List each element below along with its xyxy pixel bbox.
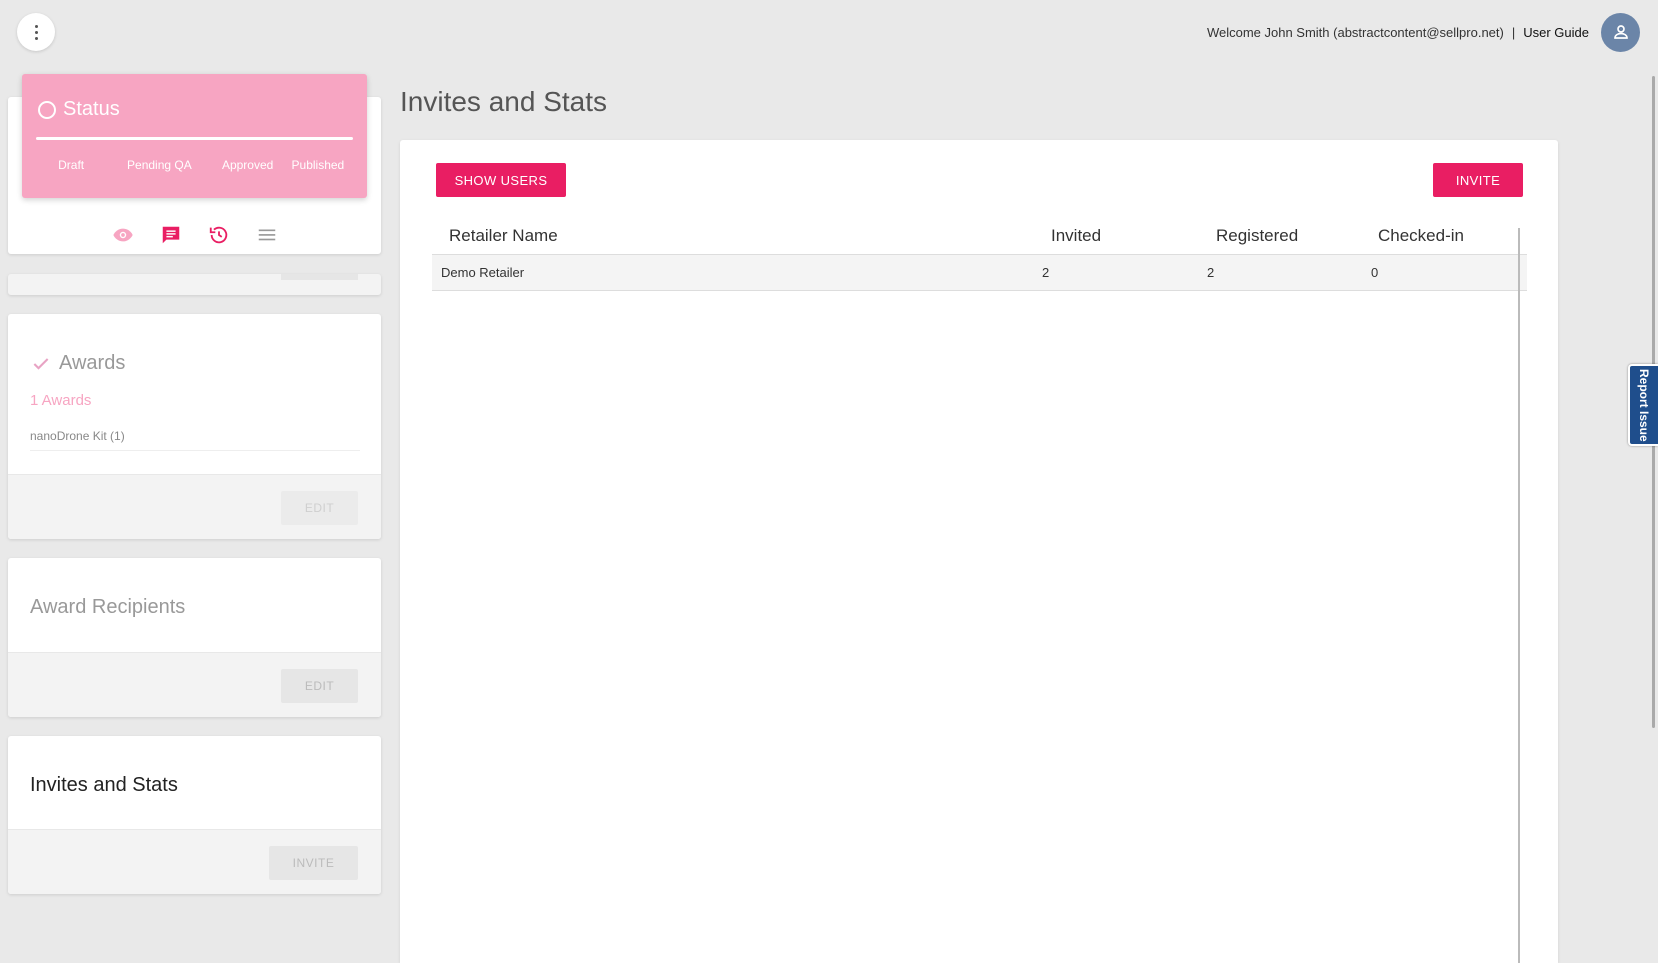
status-step-pending-qa: Pending QA (127, 158, 192, 172)
awards-card: Awards 1 Awards nanoDrone Kit (1) EDIT (8, 314, 381, 539)
status-title: Status (63, 98, 120, 120)
status-steps: Draft Pending QA Approved Published (36, 156, 353, 174)
check-icon (33, 357, 49, 370)
show-users-button[interactable]: SHOW USERS (436, 163, 566, 197)
status-progress-line (36, 137, 353, 140)
more-vert-icon (34, 24, 38, 40)
collapsed-card-button (281, 274, 358, 280)
award-item: nanoDrone Kit (1) (30, 429, 360, 451)
menu-lines-icon[interactable] (256, 224, 278, 246)
person-icon (1613, 25, 1628, 39)
header-separator: | (1511, 24, 1516, 40)
top-bar-user-area: Welcome John Smith (abstractcontent@sell… (1206, 12, 1640, 52)
report-issue-label: Report Issue (1637, 368, 1651, 442)
history-icon[interactable] (208, 224, 230, 246)
status-heading: Status (38, 98, 120, 121)
retailer-stats-table: Retailer Name Invited Registered Checked… (432, 218, 1527, 291)
table-row[interactable]: Demo Retailer 2 2 0 (432, 254, 1527, 291)
status-step-draft: Draft (58, 158, 85, 172)
status-panel: Status Draft Pending QA Approved Publish… (22, 74, 367, 198)
award-recipients-card: Award Recipients EDIT (8, 558, 381, 717)
page-title: Invites and Stats (400, 86, 608, 117)
status-circle-icon (38, 100, 56, 119)
column-registered[interactable]: Registered (1207, 226, 1371, 246)
more-menu-button[interactable] (17, 13, 55, 51)
status-step-published: Published (291, 158, 345, 172)
invites-stats-panel: SHOW USERS INVITE Retailer Name Invited … (400, 140, 1558, 963)
report-issue-tab[interactable]: Report Issue (1628, 364, 1658, 446)
invites-stats-card-title: Invites and Stats (30, 774, 178, 796)
cell-retailer-name: Demo Retailer (441, 265, 525, 280)
side-invite-button[interactable]: INVITE (269, 846, 358, 880)
award-recipients-title: Award Recipients (30, 596, 186, 618)
award-recipients-footer: EDIT (8, 652, 381, 717)
cell-registered: 2 (1207, 265, 1215, 280)
award-recipients-edit-button[interactable]: EDIT (281, 669, 358, 703)
status-actions (8, 224, 381, 246)
invites-stats-footer: INVITE (8, 829, 381, 894)
avatar[interactable] (1601, 12, 1640, 52)
status-step-approved: Approved (221, 158, 274, 172)
eye-icon[interactable] (112, 224, 134, 246)
awards-heading: Awards (31, 352, 125, 375)
awards-edit-button[interactable]: EDIT (281, 491, 358, 525)
invites-stats-card: Invites and Stats INVITE (8, 736, 381, 894)
comment-icon[interactable] (160, 224, 182, 246)
cell-invited: 2 (1042, 265, 1050, 280)
user-guide-link[interactable]: User Guide (1523, 25, 1589, 40)
welcome-text: Welcome John Smith (abstractcontent@sell… (1206, 24, 1504, 40)
awards-count: 1 Awards (30, 392, 92, 409)
table-scrollbar[interactable] (1518, 228, 1520, 963)
invite-button[interactable]: INVITE (1433, 163, 1523, 197)
awards-footer: EDIT (8, 474, 381, 539)
column-checked-in[interactable]: Checked-in (1371, 226, 1527, 246)
awards-title: Awards (59, 352, 126, 374)
table-header: Retailer Name Invited Registered Checked… (432, 218, 1527, 254)
column-invited[interactable]: Invited (1042, 226, 1207, 246)
cell-checked-in: 0 (1371, 265, 1379, 280)
column-retailer-name[interactable]: Retailer Name (432, 226, 1042, 246)
collapsed-card (8, 274, 381, 295)
